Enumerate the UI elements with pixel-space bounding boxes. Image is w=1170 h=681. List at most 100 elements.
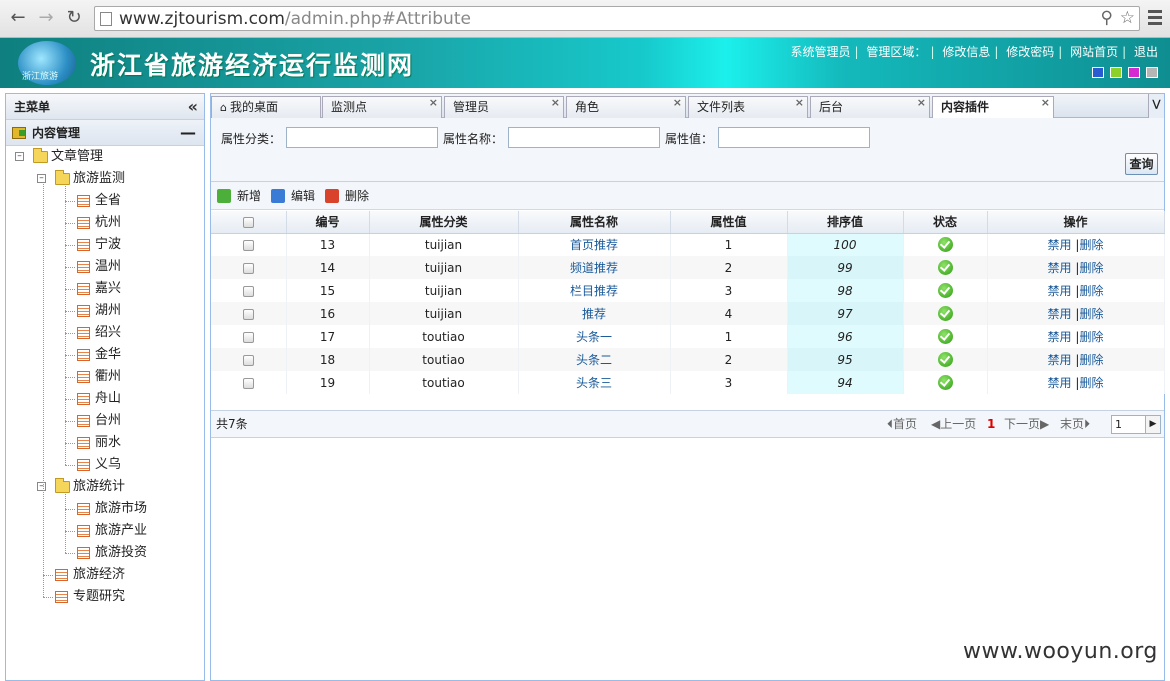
tab-desktop[interactable]: ⌂ 我的桌面 — [211, 96, 321, 118]
row-checkbox-cell[interactable] — [211, 371, 287, 394]
row-checkbox-cell[interactable] — [211, 279, 287, 302]
tab-monitor-points[interactable]: 监测点 × — [322, 96, 442, 118]
bookmark-star-icon[interactable]: ☆ — [1120, 8, 1135, 28]
link-change-password[interactable]: 修改密码 — [1006, 45, 1054, 59]
delete-link[interactable]: 删除 — [1079, 353, 1103, 367]
skin-pink-button[interactable] — [1128, 67, 1140, 78]
close-tab-icon[interactable]: × — [551, 93, 560, 113]
link-logout[interactable]: 退出 — [1134, 45, 1158, 59]
status-ok-icon[interactable] — [937, 283, 953, 298]
accordion-content-management[interactable]: 内容管理 — — [6, 120, 204, 146]
cell-sort[interactable]: 96 — [787, 325, 904, 348]
delete-link[interactable]: 删除 — [1079, 284, 1103, 298]
cell-name[interactable]: 推荐 — [518, 302, 671, 325]
row-checkbox-cell[interactable] — [211, 325, 287, 348]
row-checkbox-cell[interactable] — [211, 233, 287, 256]
disable-link[interactable]: 禁用 — [1048, 353, 1072, 367]
row-checkbox-cell[interactable] — [211, 348, 287, 371]
row-checkbox[interactable] — [242, 331, 254, 343]
accordion-toggle-icon[interactable]: — — [180, 120, 196, 146]
link-system-admin[interactable]: 系统管理员 — [791, 45, 851, 59]
row-checkbox-cell[interactable] — [211, 302, 287, 325]
tab-scroll-down-icon[interactable]: ⋁ — [1148, 94, 1164, 118]
link-edit-info[interactable]: 修改信息 — [942, 45, 990, 59]
status-ok-icon[interactable] — [937, 260, 953, 275]
cell-sort[interactable]: 95 — [787, 348, 904, 371]
tab-backend[interactable]: 后台 × — [810, 96, 930, 118]
address-bar[interactable]: www.zjtourism.com/admin.php#Attribute ⚲ … — [94, 6, 1140, 31]
cell-name[interactable]: 栏目推荐 — [518, 279, 671, 302]
disable-link[interactable]: 禁用 — [1048, 238, 1072, 252]
status-ok-icon[interactable] — [937, 329, 953, 344]
col-category[interactable]: 属性分类 — [369, 211, 519, 234]
edit-button[interactable]: 编辑 — [271, 188, 315, 204]
first-page-button[interactable]: ⏴首页 — [887, 411, 917, 437]
browser-menu-icon[interactable] — [1148, 7, 1162, 29]
cell-sort[interactable]: 100 — [787, 233, 904, 256]
close-tab-icon[interactable]: × — [673, 93, 682, 113]
prev-page-button[interactable]: ◀上一页 — [931, 411, 976, 437]
key-icon[interactable]: ⚲ — [1101, 8, 1113, 28]
row-checkbox-cell[interactable] — [211, 256, 287, 279]
cell-sort[interactable]: 94 — [787, 371, 904, 394]
status-ok-icon[interactable] — [937, 237, 953, 253]
table-row[interactable]: 14 tuijian 频道推荐 2 99 禁用 |删除 — [211, 256, 1165, 279]
tree-toggle-icon[interactable]: – — [37, 482, 46, 491]
delete-link[interactable]: 删除 — [1079, 307, 1103, 321]
cell-sort[interactable]: 98 — [787, 279, 904, 302]
col-id[interactable]: 编号 — [286, 211, 370, 234]
category-input[interactable] — [286, 127, 438, 148]
add-button[interactable]: 新增 — [217, 188, 261, 204]
select-all-checkbox[interactable] — [242, 216, 254, 228]
delete-link[interactable]: 删除 — [1079, 376, 1103, 390]
cell-name[interactable]: 头条二 — [518, 348, 671, 371]
status-ok-icon[interactable] — [937, 375, 953, 390]
table-row[interactable]: 13 tuijian 首页推荐 1 100 禁用 |删除 — [211, 233, 1165, 256]
go-page-icon[interactable]: ▶ — [1145, 416, 1160, 433]
row-checkbox[interactable] — [242, 354, 254, 366]
col-name[interactable]: 属性名称 — [518, 211, 671, 234]
select-all-checkbox-cell[interactable] — [211, 211, 287, 234]
page-number-input[interactable]: 1 ▶ — [1111, 415, 1161, 434]
delete-button[interactable]: 删除 — [325, 188, 369, 204]
table-row[interactable]: 19 toutiao 头条三 3 94 禁用 |删除 — [211, 371, 1165, 394]
cell-name[interactable]: 头条一 — [518, 325, 671, 348]
tab-roles[interactable]: 角色 × — [566, 96, 686, 118]
link-manage-region[interactable]: 管理区域： — [866, 45, 926, 59]
table-row[interactable]: 17 toutiao 头条一 1 96 禁用 |删除 — [211, 325, 1165, 348]
cell-name[interactable]: 首页推荐 — [518, 233, 671, 256]
disable-link[interactable]: 禁用 — [1048, 284, 1072, 298]
collapse-sidebar-icon[interactable]: « — [188, 94, 198, 120]
close-tab-icon[interactable]: × — [917, 93, 926, 113]
skin-blue-button[interactable] — [1092, 67, 1104, 78]
row-checkbox[interactable] — [242, 377, 254, 389]
tab-content-plugins[interactable]: 内容插件 × — [932, 96, 1054, 119]
link-site-home[interactable]: 网站首页 — [1070, 45, 1118, 59]
disable-link[interactable]: 禁用 — [1048, 261, 1072, 275]
row-checkbox[interactable] — [242, 262, 254, 274]
cell-name[interactable]: 头条三 — [518, 371, 671, 394]
col-value[interactable]: 属性值 — [670, 211, 788, 234]
status-ok-icon[interactable] — [937, 306, 953, 321]
row-checkbox[interactable] — [242, 239, 254, 251]
disable-link[interactable]: 禁用 — [1048, 307, 1072, 321]
reload-icon[interactable]: ↻ — [62, 6, 86, 30]
table-row[interactable]: 16 tuijian 推荐 4 97 禁用 |删除 — [211, 302, 1165, 325]
back-arrow-icon[interactable]: ← — [6, 6, 30, 30]
tab-file-list[interactable]: 文件列表 × — [688, 96, 808, 118]
row-checkbox[interactable] — [242, 285, 254, 297]
cell-name[interactable]: 频道推荐 — [518, 256, 671, 279]
name-input[interactable] — [508, 127, 660, 148]
value-input[interactable] — [718, 127, 870, 148]
forward-arrow-icon[interactable]: → — [34, 6, 58, 30]
table-row[interactable]: 18 toutiao 头条二 2 95 禁用 |删除 — [211, 348, 1165, 371]
skin-green-button[interactable] — [1110, 67, 1122, 78]
disable-link[interactable]: 禁用 — [1048, 376, 1072, 390]
col-sort[interactable]: 排序值 — [787, 211, 904, 234]
cell-sort[interactable]: 97 — [787, 302, 904, 325]
col-status[interactable]: 状态 — [903, 211, 988, 234]
skin-gray-button[interactable] — [1146, 67, 1158, 78]
status-ok-icon[interactable] — [937, 352, 953, 367]
tab-admins[interactable]: 管理员 × — [444, 96, 564, 118]
close-tab-icon[interactable]: × — [795, 93, 804, 113]
